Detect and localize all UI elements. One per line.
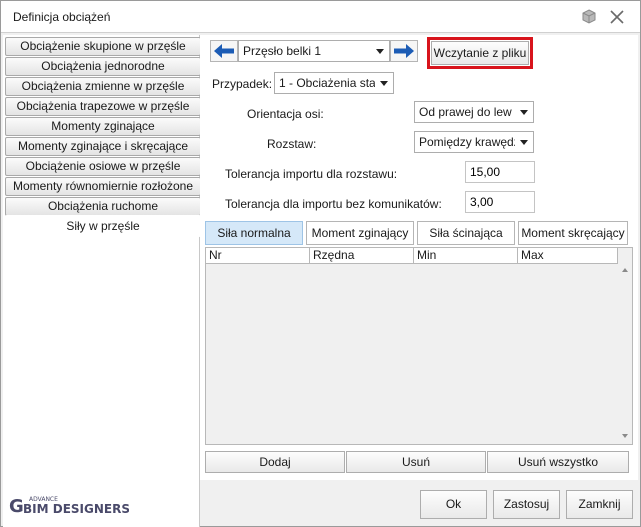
load-type-item[interactable]: Momenty zginające [5, 117, 201, 136]
window-title: Definicja obciążeń [13, 10, 111, 24]
close-icon[interactable] [608, 8, 626, 26]
column-header[interactable]: Max [518, 248, 618, 264]
tolerance-spacing-input[interactable] [465, 161, 535, 183]
chevron-down-icon [520, 110, 528, 115]
axis-orientation-select[interactable]: Od prawej do lew [414, 101, 534, 123]
case-label: Przypadek: [212, 77, 273, 91]
load-type-item[interactable]: Obciążenia zmienne w przęśle [5, 77, 201, 96]
advance-bim-designers-logo: G ADVANCE BIM DESIGNERS [9, 493, 130, 520]
load-type-item-selected[interactable]: Siły w przęśle [5, 215, 201, 237]
tab-bending-moment[interactable]: Moment zginający [306, 221, 414, 245]
load-type-list: Obciążenie skupione w przęśle Obciążenia… [3, 35, 201, 527]
arrow-right-icon [394, 44, 414, 58]
tab-normal-force[interactable]: Siła normalna [205, 221, 303, 245]
column-header[interactable]: Rzędna [310, 248, 414, 264]
load-type-item[interactable]: Momenty zginające i skręcające [5, 137, 201, 156]
spacing-label: Rozstaw: [267, 137, 317, 151]
load-type-item[interactable]: Obciążenie osiowe w przęśle [5, 157, 201, 176]
ok-button[interactable]: Ok [420, 490, 487, 519]
chevron-down-icon [380, 81, 388, 86]
load-definition-dialog: Definicja obciążeń Obciążenie skupione w… [0, 0, 641, 527]
remove-row-button[interactable]: Usuń [346, 451, 486, 473]
chevron-down-icon [520, 140, 528, 145]
next-span-button[interactable] [390, 40, 418, 62]
column-header[interactable]: Nr [206, 248, 310, 264]
scroll-up-icon[interactable] [622, 268, 628, 272]
add-row-button[interactable]: Dodaj [205, 451, 345, 473]
case-select-value: 1 - Obciażenia sta [279, 76, 375, 90]
chevron-down-icon [376, 49, 384, 54]
import-from-file-button[interactable]: Wczytanie z pliku [431, 41, 529, 65]
span-forces-panel: Przęsło belki 1 Wczytanie z pliku Przypa… [200, 35, 638, 480]
previous-span-button[interactable] [210, 40, 238, 62]
spacing-select-value: Pomiędzy krawędz [419, 135, 515, 149]
span-select[interactable]: Przęsło belki 1 [238, 40, 390, 62]
tolerance-silent-input[interactable] [465, 191, 535, 213]
column-header[interactable]: Min [414, 248, 518, 264]
tolerance-spacing-label: Tolerancja importu dla rozstawu: [225, 167, 398, 181]
span-select-value: Przęsło belki 1 [243, 44, 322, 58]
axis-orientation-value: Od prawej do lew [419, 105, 512, 119]
spacing-select[interactable]: Pomiędzy krawędz [414, 131, 534, 153]
axis-orientation-label: Orientacja osi: [247, 107, 324, 121]
load-type-item[interactable]: Obciążenia trapezowe w przęśle [5, 97, 201, 116]
scroll-down-icon[interactable] [622, 434, 628, 438]
case-select[interactable]: 1 - Obciażenia sta [274, 72, 394, 94]
tab-shear-force[interactable]: Siła ścinająca [417, 221, 515, 245]
title-bar: Definicja obciążeń [1, 1, 640, 33]
tolerance-silent-label: Tolerancja dla importu bez komunikatów: [225, 197, 442, 211]
close-button[interactable]: Zamknij [566, 490, 633, 519]
tab-torsional-moment[interactable]: Moment skręcający [518, 221, 628, 245]
logo-main-text: BIM DESIGNERS [23, 502, 129, 516]
svg-text:G: G [9, 496, 24, 517]
help-cube-icon[interactable] [580, 8, 598, 26]
arrow-left-icon [214, 44, 234, 58]
forces-grid[interactable]: Nr Rzędna Min Max [205, 247, 633, 445]
load-type-item[interactable]: Obciążenie skupione w przęśle [5, 37, 201, 56]
load-type-item[interactable]: Obciążenia ruchome [5, 197, 201, 216]
load-type-item[interactable]: Obciążenia jednorodne [5, 57, 201, 76]
load-type-item[interactable]: Momenty równomiernie rozłożone [5, 177, 201, 196]
apply-button[interactable]: Zastosuj [493, 490, 560, 519]
remove-all-rows-button[interactable]: Usuń wszystko [487, 451, 629, 473]
